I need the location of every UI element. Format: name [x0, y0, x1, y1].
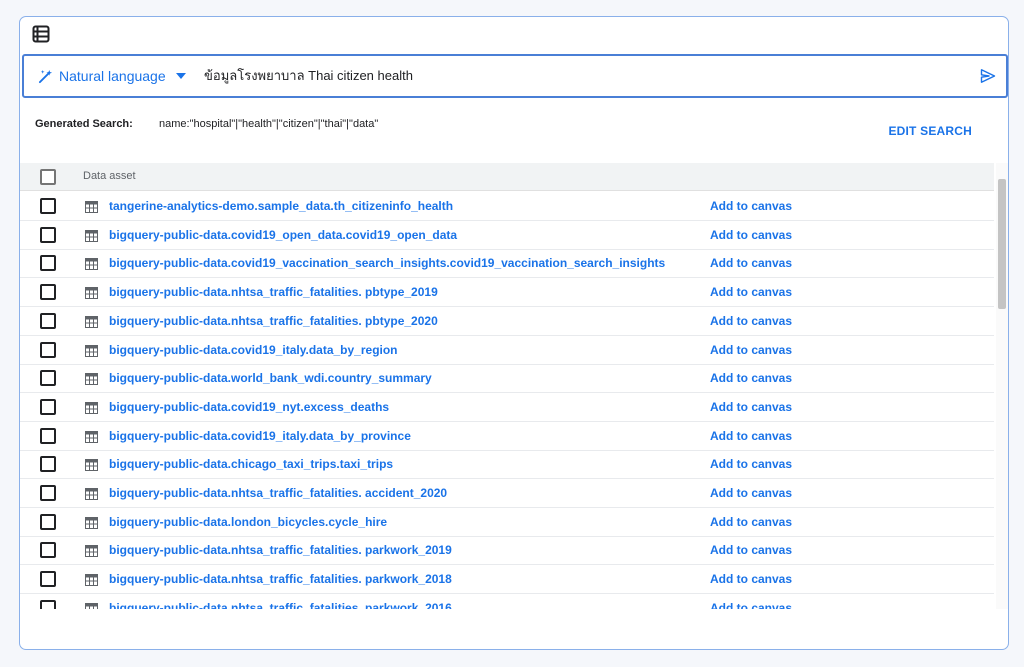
- caret-down-icon: [175, 73, 186, 79]
- table-grid-icon: [85, 459, 98, 472]
- data-asset-table: Data asset tangerine-analytics-demo.samp…: [20, 163, 994, 609]
- table-grid-icon: [85, 602, 98, 609]
- table-header: Data asset: [20, 163, 994, 191]
- row-checkbox[interactable]: [40, 599, 56, 609]
- data-asset-link[interactable]: bigquery-public-data.covid19_vaccination…: [109, 256, 665, 270]
- row-checkbox[interactable]: [40, 485, 56, 501]
- data-asset-link[interactable]: bigquery-public-data.covid19_open_data.c…: [109, 228, 457, 242]
- data-asset-link[interactable]: bigquery-public-data.nhtsa_traffic_fatal…: [109, 285, 438, 299]
- table-row: bigquery-public-data.covid19_italy.data_…: [20, 336, 994, 365]
- table-grid-icon: [85, 545, 98, 558]
- row-checkbox[interactable]: [40, 198, 56, 214]
- data-asset-link[interactable]: bigquery-public-data.covid19_italy.data_…: [109, 429, 411, 443]
- data-asset-link[interactable]: bigquery-public-data.covid19_italy.data_…: [109, 343, 398, 357]
- add-to-canvas-link[interactable]: Add to canvas: [710, 572, 792, 586]
- data-asset-link[interactable]: bigquery-public-data.nhtsa_traffic_fatal…: [109, 314, 438, 328]
- magic-wand-icon: [38, 69, 53, 83]
- data-asset-link[interactable]: bigquery-public-data.nhtsa_traffic_fatal…: [109, 572, 452, 586]
- table-row: bigquery-public-data.world_bank_wdi.coun…: [20, 364, 994, 394]
- data-asset-link[interactable]: bigquery-public-data.nhtsa_traffic_fatal…: [109, 486, 447, 500]
- add-to-canvas-link[interactable]: Add to canvas: [710, 515, 792, 529]
- generated-search-label: Generated Search:: [35, 118, 133, 130]
- row-checkbox[interactable]: [40, 398, 56, 415]
- generated-search: Generated Search: name:"hospital"|"healt…: [35, 118, 378, 130]
- row-checkbox[interactable]: [40, 456, 56, 473]
- add-to-canvas-link[interactable]: Add to canvas: [710, 343, 792, 357]
- row-checkbox[interactable]: [40, 513, 56, 530]
- search-input[interactable]: ข้อมูลโรงพยาบาล Thai citizen health: [204, 56, 944, 96]
- row-checkbox[interactable]: [40, 571, 56, 588]
- table-row: bigquery-public-data.nhtsa_traffic_fatal…: [20, 565, 994, 595]
- table-row: bigquery-public-data.nhtsa_traffic_fatal…: [20, 307, 994, 336]
- add-to-canvas-link[interactable]: Add to canvas: [710, 199, 792, 213]
- row-checkbox[interactable]: [40, 427, 56, 444]
- add-to-canvas-link[interactable]: Add to canvas: [710, 285, 792, 299]
- row-checkbox[interactable]: [40, 255, 56, 272]
- add-to-canvas-link[interactable]: Add to canvas: [710, 371, 792, 385]
- data-asset-link[interactable]: bigquery-public-data.london_bicycles.cyc…: [109, 515, 387, 529]
- table-grid-icon: [85, 488, 98, 500]
- search-mode-dropdown[interactable]: Natural language: [38, 56, 186, 96]
- table-grid-icon: [85, 401, 98, 414]
- table-grid-icon: [85, 315, 98, 328]
- table-grid-icon: [85, 516, 98, 529]
- data-asset-link[interactable]: bigquery-public-data.chicago_taxi_trips.…: [109, 457, 393, 471]
- add-to-canvas-link[interactable]: Add to canvas: [710, 429, 792, 443]
- column-header-data-asset: Data asset: [83, 170, 136, 182]
- row-checkbox[interactable]: [40, 284, 56, 301]
- data-asset-link[interactable]: bigquery-public-data.world_bank_wdi.coun…: [109, 371, 432, 385]
- search-mode-label: Natural language: [59, 68, 166, 84]
- table-grid-icon: [85, 229, 98, 242]
- table-row: bigquery-public-data.nhtsa_traffic_fatal…: [20, 278, 994, 308]
- table-grid-icon: [85, 287, 98, 300]
- table-grid-icon: [85, 574, 98, 587]
- table-row: bigquery-public-data.london_bicycles.cyc…: [20, 508, 994, 537]
- table-row: bigquery-public-data.covid19_italy.data_…: [20, 422, 994, 451]
- add-to-canvas-link[interactable]: Add to canvas: [710, 256, 792, 270]
- add-to-canvas-link[interactable]: Add to canvas: [710, 228, 792, 242]
- edit-search-button[interactable]: EDIT SEARCH: [888, 124, 972, 138]
- data-asset-link[interactable]: bigquery-public-data.nhtsa_traffic_fatal…: [109, 601, 452, 609]
- table-grid-icon: [85, 258, 98, 271]
- table-row: bigquery-public-data.covid19_vaccination…: [20, 249, 994, 279]
- table-row: bigquery-public-data.chicago_taxi_trips.…: [20, 450, 994, 480]
- table-grid-icon: [85, 201, 98, 213]
- row-checkbox[interactable]: [40, 226, 56, 243]
- table-row: tangerine-analytics-demo.sample_data.th_…: [20, 192, 994, 221]
- row-checkbox[interactable]: [40, 312, 56, 329]
- add-to-canvas-link[interactable]: Add to canvas: [710, 457, 792, 471]
- send-icon[interactable]: [980, 68, 996, 84]
- search-bar[interactable]: Natural language ข้อมูลโรงพยาบาล Thai ci…: [22, 54, 1008, 98]
- table-row: bigquery-public-data.nhtsa_traffic_fatal…: [20, 536, 994, 566]
- row-checkbox[interactable]: [40, 341, 56, 358]
- data-asset-link[interactable]: tangerine-analytics-demo.sample_data.th_…: [109, 199, 453, 213]
- table-row: bigquery-public-data.covid19_open_data.c…: [20, 221, 994, 250]
- select-all-checkbox[interactable]: [40, 169, 56, 185]
- data-asset-link[interactable]: bigquery-public-data.covid19_nyt.excess_…: [109, 400, 389, 414]
- generated-search-value: name:"hospital"|"health"|"citizen"|"thai…: [159, 118, 379, 130]
- add-to-canvas-link[interactable]: Add to canvas: [710, 543, 792, 557]
- search-panel: Natural language ข้อมูลโรงพยาบาล Thai ci…: [19, 16, 1009, 650]
- data-asset-link[interactable]: bigquery-public-data.nhtsa_traffic_fatal…: [109, 543, 452, 557]
- table-grid-icon: [85, 373, 98, 386]
- add-to-canvas-link[interactable]: Add to canvas: [710, 486, 792, 500]
- row-checkbox[interactable]: [40, 370, 56, 387]
- table-grid-icon: [85, 430, 98, 443]
- table-row: bigquery-public-data.covid19_nyt.excess_…: [20, 393, 994, 422]
- add-to-canvas-link[interactable]: Add to canvas: [710, 601, 792, 609]
- table-row: bigquery-public-data.nhtsa_traffic_fatal…: [20, 594, 994, 609]
- table-list-icon: [32, 25, 50, 43]
- add-to-canvas-link[interactable]: Add to canvas: [710, 400, 792, 414]
- table-grid-icon: [85, 344, 98, 357]
- scrollbar[interactable]: [996, 163, 1008, 609]
- add-to-canvas-link[interactable]: Add to canvas: [710, 314, 792, 328]
- table-row: bigquery-public-data.nhtsa_traffic_fatal…: [20, 479, 994, 508]
- row-checkbox[interactable]: [40, 542, 56, 559]
- scrollbar-thumb[interactable]: [998, 179, 1006, 309]
